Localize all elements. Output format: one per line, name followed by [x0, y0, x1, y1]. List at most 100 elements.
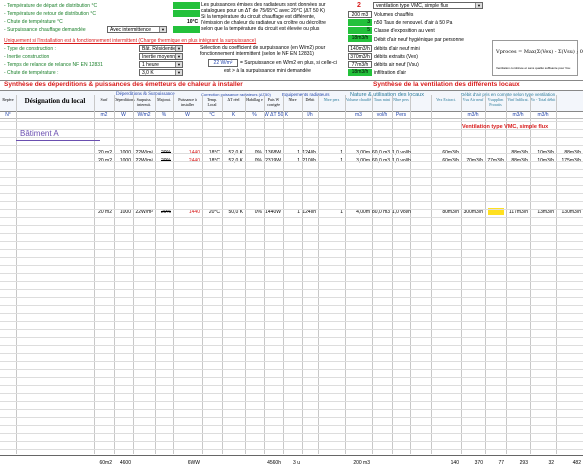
row-separator	[0, 193, 583, 194]
chevron-down-icon[interactable]: ▼	[159, 27, 166, 32]
relance-select[interactable]: 1 heure ▼	[139, 61, 183, 68]
row-separator	[0, 249, 583, 250]
unit-label: m3/h	[467, 112, 479, 118]
row-separator	[0, 161, 583, 162]
unit-label: m3/h	[512, 112, 524, 118]
debit-hyg-value[interactable]: 18m3/h	[348, 35, 372, 42]
coef-value[interactable]: 22 W/m²	[208, 59, 238, 67]
column-header: Puissance à installer	[178, 97, 197, 107]
chevron-down-icon[interactable]: ▼	[175, 54, 182, 59]
chute-select-value: 3,0 K	[142, 70, 154, 76]
vent-type-value: ventilation type VMC, simple flux	[376, 3, 449, 9]
inertie-value: Inertie moyenne	[142, 54, 178, 60]
row-separator	[0, 449, 583, 450]
chevron-down-icon[interactable]: ▼	[175, 62, 182, 67]
inter-label: - Type de construction :	[4, 46, 56, 52]
chevron-down-icon[interactable]: ▼	[175, 46, 182, 51]
unit-label: W	[121, 112, 126, 118]
column-header: Puis W corrigée	[266, 97, 281, 107]
debit-label: débits air neuf (Vsu)	[374, 62, 419, 68]
formula-text: Vproces = Max(Σ(Vex) - Σ(Vsu) ; 0)	[496, 49, 583, 55]
column-header: Déperditions	[114, 97, 135, 102]
row-separator	[0, 433, 583, 434]
debit-value: 370m3/h	[348, 53, 372, 60]
surpuissance-select[interactable]: Avec intermittence ▼	[107, 26, 167, 33]
totals-row: 60m2 4600 6WW 4560h 3 u 200 m3 140 370 77 293 32 48…	[0, 455, 583, 468]
unit-label: Pers	[395, 112, 407, 118]
intermittent-params: - Type de construction : Bât. Résidentie…	[0, 45, 200, 79]
n50-value[interactable]: 3	[348, 19, 372, 26]
top-params-panel: - Température de départ de distribution …	[0, 0, 583, 36]
row-separator	[0, 337, 583, 338]
chevron-down-icon[interactable]: ▼	[475, 3, 482, 8]
total-cell: 200 m3	[353, 460, 370, 466]
unit-label: W ΔT 50 K	[264, 112, 289, 118]
debit-value: 140m3/h	[348, 45, 372, 52]
total-cell: 60m2	[99, 460, 112, 466]
formula-note: Ventilation combinée et sans qualité suf…	[496, 66, 571, 70]
construction-select[interactable]: Bât. Résidentiel ▼	[139, 45, 183, 52]
row-separator	[0, 321, 583, 322]
column-header: Vex Extract.	[436, 97, 456, 102]
construction-value: Bât. Résidentiel	[142, 46, 178, 52]
row-separator	[0, 345, 583, 346]
row-separator	[0, 201, 583, 202]
row-separator	[0, 129, 583, 130]
column-header: Vsupplim Proratis	[487, 97, 504, 107]
row-separator	[0, 353, 583, 354]
unit-label: K	[231, 112, 236, 118]
chevron-down-icon[interactable]: ▼	[175, 70, 182, 75]
volumes-label: Volumes chauffés	[374, 12, 414, 18]
column-header: Nbre pers	[323, 97, 340, 102]
volumes-value[interactable]: 200 m3	[348, 11, 372, 18]
chute-value: 10°C	[187, 19, 199, 25]
debits-list: 140m3/h débits d'air neuf mini 370m3/h d…	[348, 45, 468, 79]
param-input-depart[interactable]	[173, 2, 200, 9]
radiator-note: Les puissances émises des radiateurs son…	[201, 2, 347, 32]
surpuissance-select-value: Avec intermittence	[110, 27, 152, 33]
unit-label: N°	[5, 112, 11, 118]
unit-label: m3	[355, 112, 362, 118]
row-separator	[0, 225, 583, 226]
row-separator	[0, 369, 583, 370]
coef-note: est > à la surpuissance mini demandée	[224, 68, 311, 74]
column-header: Volume chauffé	[345, 97, 372, 102]
row-separator	[0, 241, 583, 242]
column-header: Surf	[100, 97, 108, 102]
coef-note: = Surpuissance en W/m2 en plus, si celle…	[240, 60, 337, 66]
param-label: - Chute de température °C	[4, 19, 63, 25]
inertie-select[interactable]: Inertie moyenne ▼	[139, 53, 183, 60]
section-right-title: Synthèse de la ventilation des différent…	[373, 81, 520, 88]
unit-label: m3/h	[537, 112, 549, 118]
column-header: Vsu Air neuf	[462, 97, 484, 102]
column-header: Temp. Local	[206, 97, 218, 107]
column-header: ΔT réel	[227, 97, 240, 102]
row-separator	[0, 393, 583, 394]
column-header: Habillag e	[246, 97, 263, 102]
param-input-chute[interactable]	[173, 26, 200, 33]
row-separator	[0, 273, 583, 274]
column-header: Vinf Infiltrat.	[507, 97, 529, 102]
row-separator	[0, 145, 583, 146]
chute-select[interactable]: 3,0 K ▼	[139, 69, 183, 76]
column-header: Taux mini	[373, 97, 391, 102]
row-separator	[0, 209, 583, 210]
unit-label: %	[252, 112, 257, 118]
param-input-retour[interactable]	[173, 10, 200, 17]
total-cell: 6WW	[187, 460, 200, 466]
row-separator	[0, 289, 583, 290]
column-header: Nbre pers	[393, 97, 409, 102]
unit-label: W	[185, 112, 190, 118]
total-cell: 140	[450, 460, 459, 466]
row-separator	[0, 265, 583, 266]
row-separator	[0, 217, 583, 218]
row-separator	[0, 425, 583, 426]
unit-label: °C	[209, 112, 215, 118]
expo-value[interactable]: 5	[348, 27, 372, 34]
vent-type-select[interactable]: ventilation type VMC, simple flux ▼	[373, 2, 483, 9]
unit-label: m2	[100, 112, 108, 118]
row-separator	[0, 233, 583, 234]
row-separator	[0, 361, 583, 362]
total-cell: 370	[474, 460, 483, 466]
row-separator	[0, 441, 583, 442]
